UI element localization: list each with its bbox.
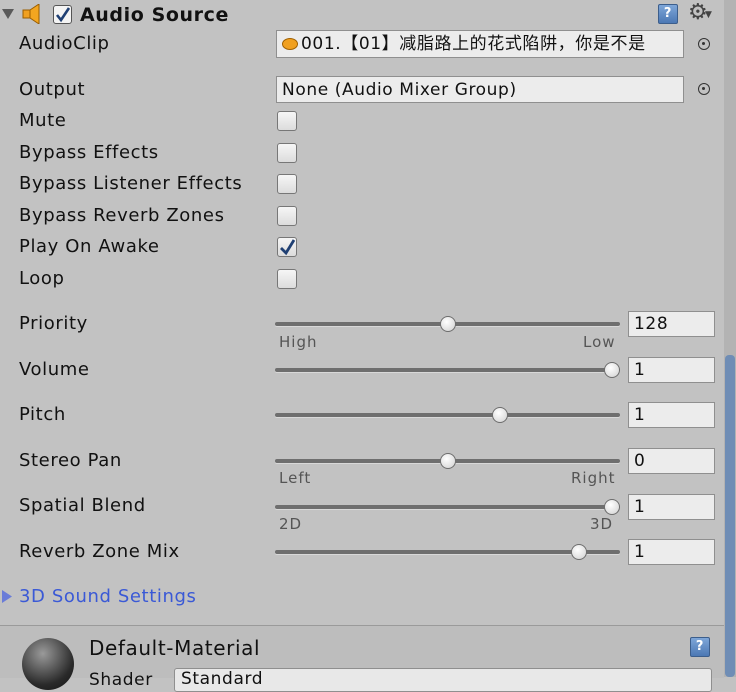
priority-min-label: High (279, 333, 318, 351)
loop-checkbox[interactable] (277, 269, 297, 289)
toggle-label: Bypass Effects (19, 142, 159, 163)
stereo-pan-min-label: Left (279, 469, 312, 487)
toggle-label: Bypass Reverb Zones (19, 205, 225, 226)
component-title: Audio Source (80, 4, 229, 26)
audioclip-asset-icon (282, 38, 298, 50)
volume-slider-track[interactable] (275, 368, 620, 372)
output-object-picker[interactable] (698, 83, 710, 95)
reverb-zone-mix-slider-thumb[interactable] (571, 544, 588, 560)
toggle-label: Play On Awake (19, 236, 160, 257)
spatial-blend-label: Spatial Blend (19, 495, 146, 516)
inspector-scrollbar-thumb[interactable] (725, 355, 735, 677)
stereo-pan-max-label: Right (571, 469, 616, 487)
toggle-label: Mute (19, 110, 67, 131)
component-enabled-checkbox[interactable] (53, 5, 72, 24)
stereo-pan-slider-thumb[interactable] (439, 453, 456, 469)
toggle-label: Loop (19, 268, 65, 289)
spatial-blend-value-field[interactable]: 1 (628, 494, 715, 520)
bypass-effects-checkbox[interactable] (277, 143, 297, 163)
stereo-pan-value-field[interactable]: 0 (628, 448, 715, 474)
checkmark-icon (280, 239, 296, 256)
priority-slider-thumb[interactable] (439, 316, 456, 332)
pitch-value-field[interactable]: 1 (628, 402, 715, 428)
output-value: None (Audio Mixer Group) (282, 80, 517, 100)
foldout-arrow-right-icon[interactable] (2, 590, 12, 603)
shader-label: Shader (89, 670, 153, 690)
reverb-zone-mix-slider-track[interactable] (275, 550, 620, 554)
audioclip-value: 001.【01】减脂路上的花式陷阱，你是不是 (301, 34, 646, 54)
reverb-zone-mix-label: Reverb Zone Mix (19, 541, 180, 562)
pitch-slider-thumb[interactable] (492, 407, 509, 423)
shader-value: Standard (181, 669, 264, 689)
audioclip-label: AudioClip (19, 33, 110, 54)
priority-label: Priority (19, 313, 88, 334)
material-preview-sphere (22, 638, 74, 690)
shader-dropdown[interactable]: Standard (174, 668, 712, 692)
spatial-blend-min-label: 2D (279, 515, 303, 533)
output-field[interactable]: None (Audio Mixer Group) (276, 76, 684, 103)
volume-label: Volume (19, 359, 90, 380)
speaker-icon (22, 4, 40, 24)
play-on-awake-checkbox[interactable] (277, 237, 297, 257)
priority-max-label: Low (583, 333, 616, 351)
3d-sound-settings-foldout[interactable]: 3D Sound Settings (19, 586, 196, 607)
bypass-reverb-zones-checkbox[interactable] (277, 206, 297, 226)
dropdown-arrow-icon: ▼ (705, 10, 713, 20)
audioclip-field[interactable]: 001.【01】减脂路上的花式陷阱，你是不是 (276, 30, 684, 58)
foldout-arrow-icon[interactable] (2, 9, 14, 19)
mute-checkbox[interactable] (277, 111, 297, 131)
material-name: Default-Material (89, 636, 261, 660)
output-label: Output (19, 79, 86, 100)
material-panel: Default-Material ? Shader Standard (0, 625, 724, 692)
help-book-icon[interactable]: ? (658, 4, 678, 24)
reverb-zone-mix-value-field[interactable]: 1 (628, 539, 715, 565)
pitch-slider-track[interactable] (275, 413, 620, 417)
volume-value-field[interactable]: 1 (628, 357, 715, 383)
pitch-label: Pitch (19, 404, 66, 425)
spatial-blend-slider-thumb[interactable] (604, 499, 620, 515)
volume-slider-thumb[interactable] (604, 362, 620, 378)
audioclip-object-picker[interactable] (698, 38, 710, 50)
component-header: Audio Source ? ⚙ ▼ (0, 0, 722, 30)
spatial-blend-max-label: 3D (590, 515, 614, 533)
toggle-label: Bypass Listener Effects (19, 173, 243, 194)
priority-value-field[interactable]: 128 (628, 311, 715, 337)
material-help-icon[interactable]: ? (690, 637, 710, 657)
checkmark-icon (55, 7, 71, 23)
stereo-pan-label: Stereo Pan (19, 450, 122, 471)
bypass-listener-effects-checkbox[interactable] (277, 174, 297, 194)
spatial-blend-slider-track[interactable] (275, 505, 620, 509)
inspector-scrollbar[interactable] (724, 0, 736, 677)
